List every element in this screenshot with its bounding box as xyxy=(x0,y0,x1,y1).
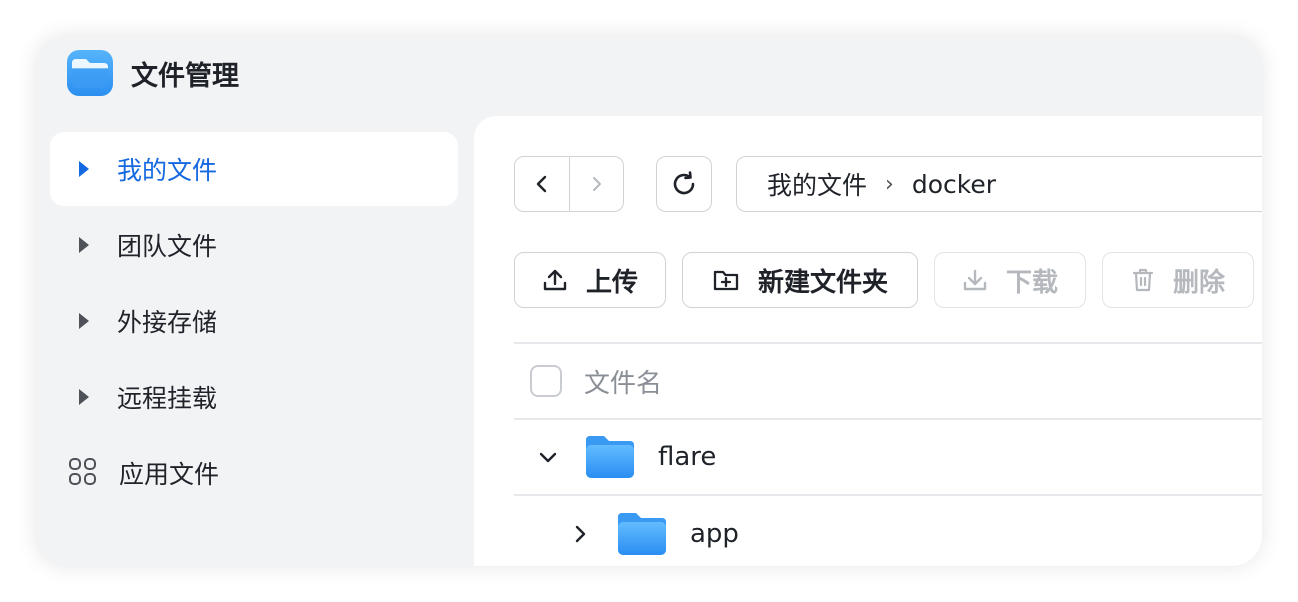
sidebar-item-label: 我的文件 xyxy=(117,156,218,185)
file-table: 文件名 flare app xyxy=(514,342,1262,566)
download-label: 下载 xyxy=(1005,267,1058,298)
folder-app-icon xyxy=(66,49,114,97)
sidebar-item-label: 应用文件 xyxy=(119,460,220,489)
back-button[interactable] xyxy=(515,157,569,211)
sidebar-item-team-files[interactable]: 团队文件 xyxy=(50,208,458,282)
file-manager-window: 文件管理 我的文件 团队文件 外接存储 远程挂载 应用文件 我的文件 › doc… xyxy=(36,36,1262,566)
upload-icon xyxy=(543,269,567,291)
folder-plus-icon xyxy=(713,270,739,291)
apps-grid-icon xyxy=(69,458,99,488)
file-actions: 上传 新建文件夹 下载 删除 xyxy=(514,252,1262,308)
sidebar-item-external-storage[interactable]: 外接存储 xyxy=(50,284,458,358)
breadcrumb-item[interactable]: docker xyxy=(912,170,996,199)
sidebar-item-my-files[interactable]: 我的文件 xyxy=(50,132,458,206)
chevron-right-icon: › xyxy=(885,171,894,197)
chevron-down-icon[interactable] xyxy=(536,445,560,469)
app-header: 文件管理 xyxy=(66,48,239,98)
upload-label: 上传 xyxy=(585,267,638,298)
sidebar-item-label: 团队文件 xyxy=(117,232,218,261)
select-all-checkbox[interactable] xyxy=(530,365,562,397)
sidebar: 我的文件 团队文件 外接存储 远程挂载 应用文件 xyxy=(50,132,458,512)
folder-icon xyxy=(618,513,666,555)
refresh-icon xyxy=(673,171,695,195)
table-header: 文件名 xyxy=(514,342,1262,420)
table-row[interactable]: flare xyxy=(514,420,1262,496)
trash-icon xyxy=(1132,268,1154,292)
chevron-right-icon[interactable] xyxy=(568,522,592,546)
breadcrumb: 我的文件 › docker xyxy=(736,156,1262,212)
app-title: 文件管理 xyxy=(131,60,239,92)
caret-right-icon xyxy=(79,237,89,253)
caret-right-icon xyxy=(79,389,89,405)
file-name[interactable]: app xyxy=(690,519,739,549)
chevron-left-icon xyxy=(536,175,547,193)
new-folder-label: 新建文件夹 xyxy=(757,267,888,298)
download-button[interactable]: 下载 xyxy=(934,252,1086,308)
sidebar-item-label: 远程挂载 xyxy=(117,384,218,413)
caret-right-icon xyxy=(79,161,89,177)
download-icon xyxy=(963,269,987,291)
refresh-button[interactable] xyxy=(656,156,712,212)
column-header-filename[interactable]: 文件名 xyxy=(584,363,662,400)
file-name[interactable]: flare xyxy=(658,442,716,472)
history-nav xyxy=(514,156,624,212)
chevron-right-icon xyxy=(592,177,601,191)
main-panel: 我的文件 › docker 上传 新建文件夹 下载 删除 文件名 flare a… xyxy=(474,116,1262,566)
caret-right-icon xyxy=(79,313,89,329)
sidebar-item-remote-mount[interactable]: 远程挂载 xyxy=(50,360,458,434)
sidebar-item-label: 外接存储 xyxy=(117,308,218,337)
table-row[interactable]: app xyxy=(514,496,1262,566)
forward-button[interactable] xyxy=(569,157,623,211)
delete-label: 删除 xyxy=(1172,267,1225,298)
delete-button[interactable]: 删除 xyxy=(1102,252,1254,308)
new-folder-button[interactable]: 新建文件夹 xyxy=(682,252,918,308)
sidebar-item-app-files[interactable]: 应用文件 xyxy=(50,436,458,510)
navigation-toolbar: 我的文件 › docker xyxy=(514,156,1262,212)
breadcrumb-item[interactable]: 我的文件 xyxy=(767,166,867,202)
folder-icon xyxy=(586,436,634,478)
upload-button[interactable]: 上传 xyxy=(514,252,666,308)
